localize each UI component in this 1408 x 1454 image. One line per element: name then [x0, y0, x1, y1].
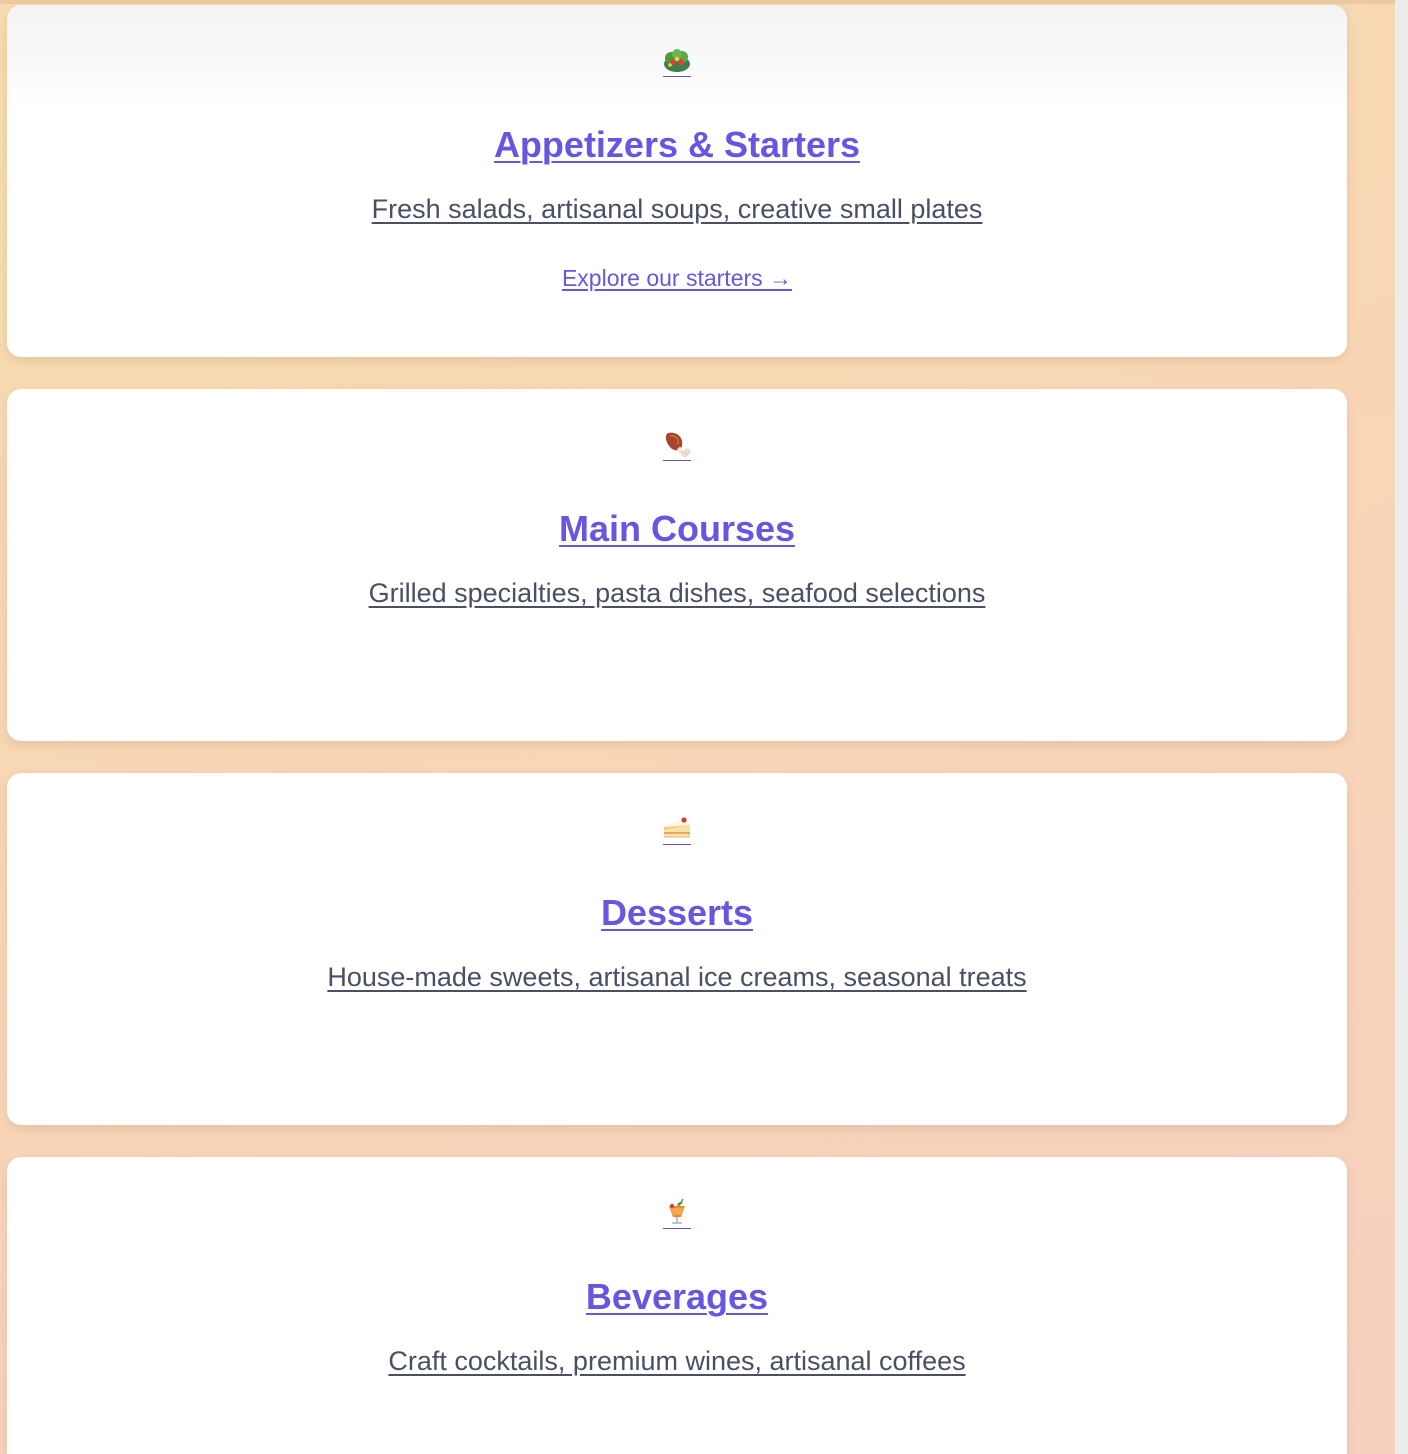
card-description[interactable]: Fresh salads, artisanal soups, creative …: [7, 191, 1347, 227]
menu-card-appetizers[interactable]: Appetizers & Starters Fresh salads, arti…: [7, 5, 1347, 357]
menu-card-desserts[interactable]: Desserts House-made sweets, artisanal ic…: [7, 773, 1347, 1125]
card-title[interactable]: Beverages: [7, 1275, 1347, 1319]
card-description[interactable]: Grilled specialties, pasta dishes, seafo…: [7, 575, 1347, 611]
card-title[interactable]: Main Courses: [7, 507, 1347, 551]
card-description[interactable]: House-made sweets, artisanal ice creams,…: [7, 959, 1347, 995]
scrollbar-track[interactable]: [1395, 0, 1408, 1454]
card-description[interactable]: Craft cocktails, premium wines, artisana…: [7, 1343, 1347, 1379]
menu-card-main-courses[interactable]: Main Courses Grilled specialties, pasta …: [7, 389, 1347, 741]
salad-icon: [7, 45, 1347, 77]
card-title[interactable]: Appetizers & Starters: [7, 123, 1347, 167]
menu-card-beverages[interactable]: Beverages Craft cocktails, premium wines…: [7, 1157, 1347, 1454]
cake-slice-icon: [7, 813, 1347, 845]
meat-on-bone-icon: [7, 429, 1347, 461]
tropical-drink-icon: [7, 1197, 1347, 1229]
explore-starters-link[interactable]: Explore our starters →: [7, 264, 1347, 292]
menu-category-list: Appetizers & Starters Fresh salads, arti…: [7, 5, 1347, 1454]
page-top-edge: [0, 0, 1395, 4]
card-title[interactable]: Desserts: [7, 891, 1347, 935]
